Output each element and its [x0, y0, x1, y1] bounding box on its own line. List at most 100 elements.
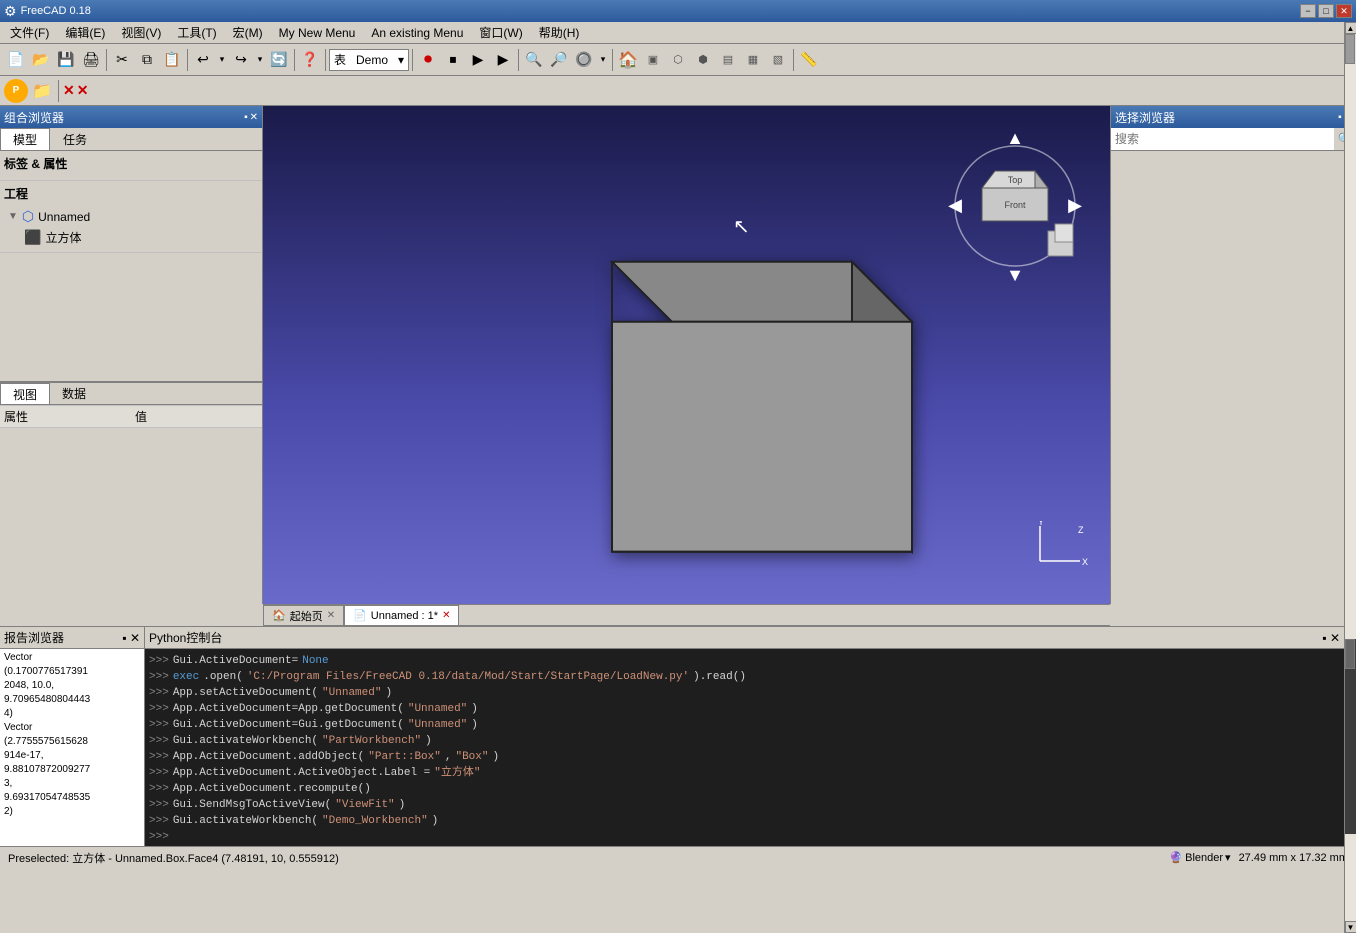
toolbar-separator-3: [294, 49, 295, 71]
refresh-button[interactable]: 🔄: [267, 48, 291, 72]
redo-button[interactable]: ↪: [229, 48, 253, 72]
close-button[interactable]: ✕: [1336, 4, 1352, 18]
paste-button[interactable]: 📋: [160, 48, 184, 72]
folder-icon[interactable]: 📁: [30, 79, 54, 103]
part-icon[interactable]: P: [4, 79, 28, 103]
menu-tools[interactable]: 工具(T): [169, 22, 224, 43]
search-bar[interactable]: 🔍: [1111, 128, 1356, 151]
toolbar-separator-1: [106, 49, 107, 71]
report-scroll-up[interactable]: ▲: [1345, 22, 1356, 34]
close-x-2[interactable]: ✕: [77, 82, 89, 99]
report-line-12: 2): [4, 805, 140, 819]
menu-file[interactable]: 文件(F): [2, 22, 57, 43]
tab-unnamed-close[interactable]: ✕: [442, 610, 450, 621]
report-line-1: Vector: [4, 651, 140, 665]
python-restore-btn[interactable]: ▪: [1322, 631, 1326, 645]
labels-header: 标签 & 属性: [4, 155, 258, 172]
new-file-button[interactable]: 📄: [4, 48, 28, 72]
toolbar2: P 📁 ✕ ✕: [0, 76, 1356, 106]
redo-arrow[interactable]: ▾: [254, 48, 266, 72]
nav-cube[interactable]: ▲ ▼ ◀ ▶ Top Front: [940, 126, 1090, 286]
tree-item-unnamed[interactable]: ▼ ⬡ Unnamed: [4, 206, 258, 227]
view-rear-button[interactable]: ▤: [716, 48, 740, 72]
view-tab-view[interactable]: 视图: [0, 383, 50, 404]
stop-button[interactable]: ⏹: [441, 48, 465, 72]
report-controls[interactable]: ▪ ✕: [122, 631, 140, 645]
close-x-1[interactable]: ✕: [63, 82, 75, 99]
report-line-4: 9.70965480804443: [4, 693, 140, 707]
view-front-button[interactable]: ▣: [641, 48, 665, 72]
tab-model[interactable]: 模型: [0, 128, 50, 150]
combo-browser: 组合浏览器 ▪ ✕ 模型 任务 标签 & 属性 工程 ▼ ⬡ Unnamed: [0, 106, 262, 382]
minimize-button[interactable]: −: [1300, 4, 1316, 18]
view-tab-data[interactable]: 数据: [50, 383, 98, 404]
cut-button[interactable]: ✂: [110, 48, 134, 72]
measure-button[interactable]: 📏: [797, 48, 821, 72]
undo-arrow[interactable]: ▾: [216, 48, 228, 72]
menu-existing-menu[interactable]: An existing Menu: [363, 24, 471, 42]
workbench-label: Demo: [356, 53, 388, 67]
execute-button[interactable]: ▶: [466, 48, 490, 72]
tab-start-page[interactable]: 🏠 起始页 ✕: [263, 605, 344, 625]
selection-browser-header: 选择浏览器 ▪ ✕: [1111, 106, 1356, 128]
whatsthis-button[interactable]: ❓: [298, 48, 322, 72]
undo-button[interactable]: ↩: [191, 48, 215, 72]
python-scrollbar[interactable]: ▲ ▼: [1344, 627, 1356, 846]
python-scroll-track[interactable]: [1345, 639, 1356, 834]
report-panel: 报告浏览器 ▪ ✕ Vector (0.1700776517391 2048, …: [0, 627, 145, 846]
titlebar-controls[interactable]: − □ ✕: [1300, 4, 1352, 18]
renderer-dropdown[interactable]: 🔮 Blender ▾: [1169, 851, 1230, 864]
menu-edit[interactable]: 编辑(E): [57, 22, 113, 43]
python-content[interactable]: >>> Gui.ActiveDocument=None >>> exec.ope…: [145, 649, 1344, 846]
search-input[interactable]: [1111, 128, 1334, 150]
python-close-btn[interactable]: ✕: [1330, 631, 1340, 645]
prop-col-value: 值: [131, 406, 262, 428]
python-scroll-thumb[interactable]: [1345, 639, 1355, 669]
tree-label-unnamed: Unnamed: [38, 210, 90, 224]
combo-restore-btn[interactable]: ▪: [244, 112, 248, 123]
report-line-10: 3,: [4, 777, 140, 791]
workbench-dropdown[interactable]: 表 Demo ▾: [329, 49, 409, 71]
viewport[interactable]: ▲ ▼ ◀ ▶ Top Front: [263, 106, 1110, 604]
save-file-button[interactable]: 💾: [54, 48, 78, 72]
python-controls[interactable]: ▪ ✕: [1322, 631, 1340, 645]
combo-close-btn[interactable]: ✕: [250, 112, 258, 123]
report-restore-btn[interactable]: ▪: [122, 631, 126, 645]
menu-view[interactable]: 视图(V): [113, 22, 169, 43]
print-button[interactable]: 🖨: [79, 48, 103, 72]
menu-window[interactable]: 窗口(W): [471, 22, 530, 43]
menu-help[interactable]: 帮助(H): [531, 22, 588, 43]
sel-restore-btn[interactable]: ▪: [1338, 112, 1342, 123]
report-close-btn[interactable]: ✕: [130, 631, 140, 645]
view-fit-button[interactable]: 🔍: [522, 48, 546, 72]
maximize-button[interactable]: □: [1318, 4, 1334, 18]
menu-my-new-menu[interactable]: My New Menu: [271, 24, 364, 42]
open-file-button[interactable]: 📂: [29, 48, 53, 72]
copy-button[interactable]: ⧉: [135, 48, 159, 72]
combo-browser-controls[interactable]: ▪ ✕: [244, 112, 258, 123]
nav-cube-svg: ▲ ▼ ◀ ▶ Top Front: [940, 126, 1090, 286]
view-bottom-button[interactable]: ▦: [741, 48, 765, 72]
dimensions-text: 27.49 mm x 17.32 mm: [1239, 852, 1348, 864]
view-right-button[interactable]: ⬢: [691, 48, 715, 72]
view-fit-all-button[interactable]: 🔎: [547, 48, 571, 72]
report-scroll-down[interactable]: ▼: [1345, 921, 1356, 933]
record-button[interactable]: ⏺: [416, 48, 440, 72]
project-header: 工程: [4, 185, 258, 202]
workbench-icon: 表: [334, 51, 346, 68]
3d-cube: [462, 182, 962, 604]
run-macro-button[interactable]: ▶: [491, 48, 515, 72]
view-draw-style[interactable]: 🔘: [572, 48, 596, 72]
report-scroll-thumb[interactable]: [1345, 34, 1355, 64]
view-top-button[interactable]: ⬡: [666, 48, 690, 72]
tab-unnamed[interactable]: 📄 Unnamed : 1* ✕: [344, 605, 459, 625]
view-home-button[interactable]: 🏠: [616, 48, 640, 72]
py-line-3: >>> App.setActiveDocument("Unnamed"): [149, 685, 1340, 701]
tab-tasks[interactable]: 任务: [50, 128, 100, 150]
view-left-button[interactable]: ▧: [766, 48, 790, 72]
tab-start-close[interactable]: ✕: [327, 610, 335, 621]
view-style-arrow[interactable]: ▾: [597, 48, 609, 72]
menu-macro[interactable]: 宏(M): [225, 22, 271, 43]
tree-item-cube[interactable]: ⬛ 立方体: [4, 227, 258, 248]
combo-browser-title: 组合浏览器: [4, 109, 64, 126]
